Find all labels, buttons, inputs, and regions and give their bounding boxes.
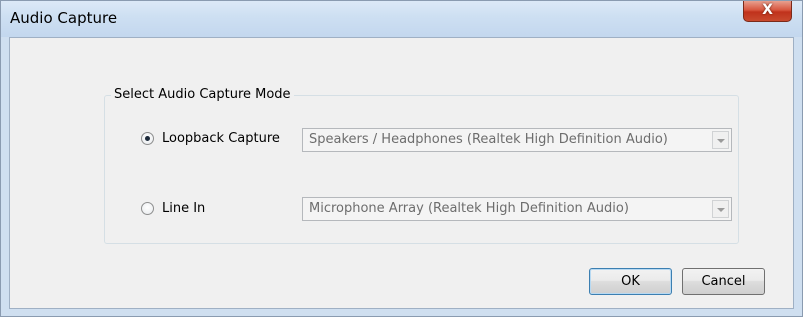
window-title: Audio Capture [10, 9, 118, 27]
ok-button[interactable]: OK [589, 268, 672, 295]
cancel-button[interactable]: Cancel [682, 268, 765, 295]
loopback-device-select[interactable]: Speakers / Headphones (Realtek High Defi… [302, 128, 732, 152]
close-icon: X [762, 2, 773, 18]
chevron-down-icon[interactable] [712, 131, 729, 149]
loopback-capture-option[interactable]: Loopback Capture [141, 131, 280, 146]
line-in-label: Line In [162, 201, 206, 216]
capture-mode-groupbox [104, 95, 739, 244]
title-bar[interactable]: Audio Capture X [1, 1, 802, 37]
line-in-device-value: Microphone Array (Realtek High Definitio… [309, 201, 629, 216]
audio-capture-window: Audio Capture X Select Audio Capture Mod… [0, 0, 803, 317]
line-in-radio[interactable] [141, 202, 154, 215]
chevron-down-icon[interactable] [712, 200, 729, 218]
capture-mode-legend: Select Audio Capture Mode [111, 87, 294, 102]
loopback-device-value: Speakers / Headphones (Realtek High Defi… [309, 132, 668, 147]
line-in-device-select[interactable]: Microphone Array (Realtek High Definitio… [302, 197, 732, 221]
loopback-capture-radio[interactable] [141, 132, 154, 145]
line-in-option[interactable]: Line In [141, 201, 205, 216]
close-button[interactable]: X [743, 1, 792, 22]
loopback-capture-label: Loopback Capture [162, 131, 280, 146]
